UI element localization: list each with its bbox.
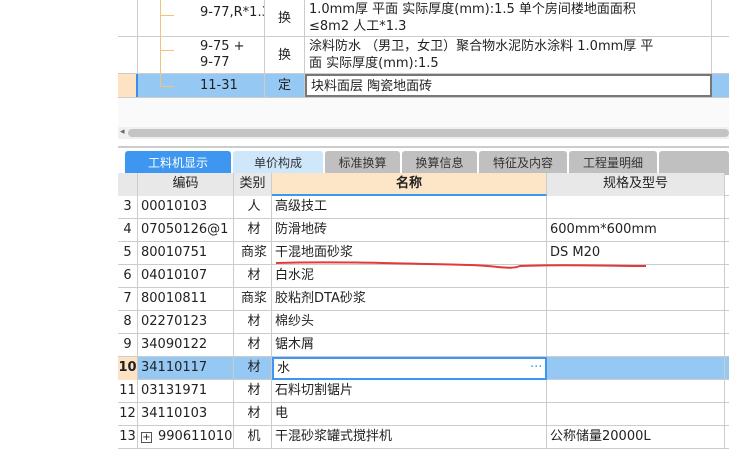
red-annotation-underline bbox=[275, 261, 647, 269]
